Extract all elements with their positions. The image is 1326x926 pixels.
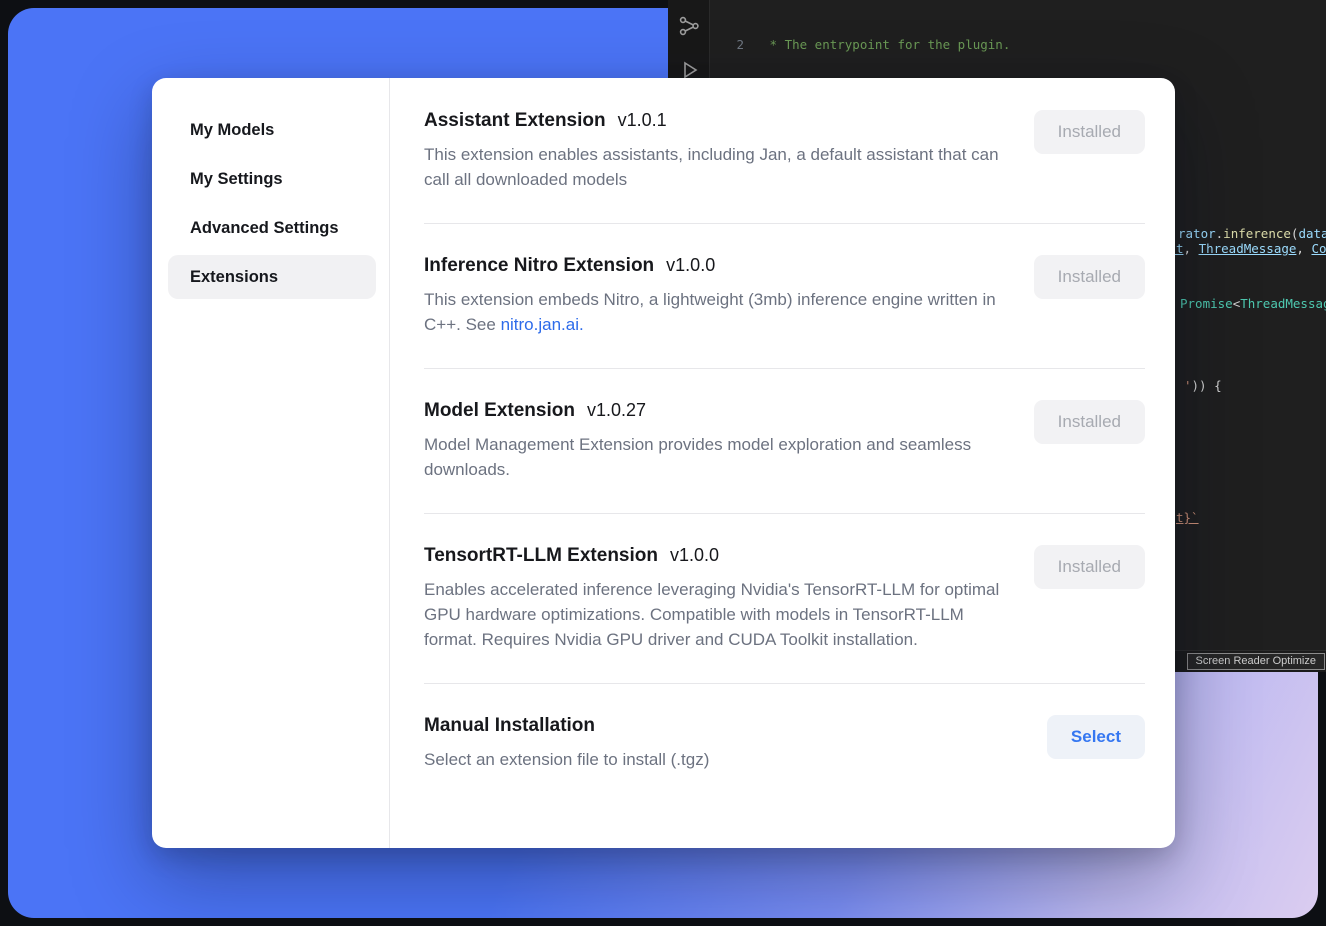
source-control-icon[interactable]	[677, 14, 701, 38]
extensions-panel: Assistant Extension v1.0.1 This extensio…	[390, 78, 1175, 848]
extension-section-nitro: Inference Nitro Extension v1.0.0 This ex…	[424, 255, 1145, 337]
section-divider	[424, 683, 1145, 684]
extension-version: v1.0.0	[666, 255, 715, 276]
manual-installation-section: Manual Installation Select an extension …	[424, 715, 1145, 772]
sidebar-item-extensions[interactable]: Extensions	[168, 255, 376, 299]
extension-version: v1.0.0	[670, 545, 719, 566]
section-divider	[424, 368, 1145, 369]
settings-modal: My Models My Settings Advanced Settings …	[152, 78, 1175, 848]
sidebar-item-advanced-settings[interactable]: Advanced Settings	[168, 206, 376, 250]
code-fragment: ')) {	[1184, 378, 1222, 393]
line-number: 2	[710, 36, 744, 53]
extension-description: This extension enables assistants, inclu…	[424, 142, 1002, 192]
installed-button[interactable]: Installed	[1034, 255, 1145, 299]
sidebar-item-my-settings[interactable]: My Settings	[168, 157, 376, 201]
settings-sidebar: My Models My Settings Advanced Settings …	[152, 78, 390, 848]
extension-description: Enables accelerated inference leveraging…	[424, 577, 1002, 652]
extension-version: v1.0.1	[618, 110, 667, 131]
extension-section-assistant: Assistant Extension v1.0.1 This extensio…	[424, 110, 1145, 192]
extension-version: v1.0.27	[587, 400, 646, 421]
code-text: * The entrypoint for the plugin.	[762, 36, 1010, 53]
manual-installation-description: Select an extension file to install (.tg…	[424, 747, 709, 772]
statusbar-screen-reader-item[interactable]: Screen Reader Optimize	[1187, 653, 1325, 670]
sidebar-item-my-models[interactable]: My Models	[168, 108, 376, 152]
manual-installation-title: Manual Installation	[424, 715, 595, 737]
section-divider	[424, 223, 1145, 224]
extension-description: Model Management Extension provides mode…	[424, 432, 1002, 482]
extension-section-tensorrt: TensortRT-LLM Extension v1.0.0 Enables a…	[424, 545, 1145, 652]
extension-description: This extension embeds Nitro, a lightweig…	[424, 287, 1002, 337]
extension-name: Model Extension	[424, 400, 575, 422]
code-line: 2 * The entrypoint for the plugin.	[710, 36, 1326, 53]
extension-name: Assistant Extension	[424, 110, 606, 132]
installed-button[interactable]: Installed	[1034, 545, 1145, 589]
extension-section-model: Model Extension v1.0.27 Model Management…	[424, 400, 1145, 482]
code-fragment: t}`	[1176, 510, 1199, 525]
select-file-button[interactable]: Select	[1047, 715, 1145, 759]
extension-name: Inference Nitro Extension	[424, 255, 654, 277]
section-divider	[424, 513, 1145, 514]
installed-button[interactable]: Installed	[1034, 110, 1145, 154]
code-fragment: Promise<ThreadMessage>	[1180, 296, 1326, 311]
installed-button[interactable]: Installed	[1034, 400, 1145, 444]
nitro-jan-ai-link[interactable]: nitro.jan.ai.	[501, 315, 584, 334]
extension-name: TensortRT-LLM Extension	[424, 545, 658, 567]
code-fragment: rator.inference(data));	[1178, 226, 1326, 241]
